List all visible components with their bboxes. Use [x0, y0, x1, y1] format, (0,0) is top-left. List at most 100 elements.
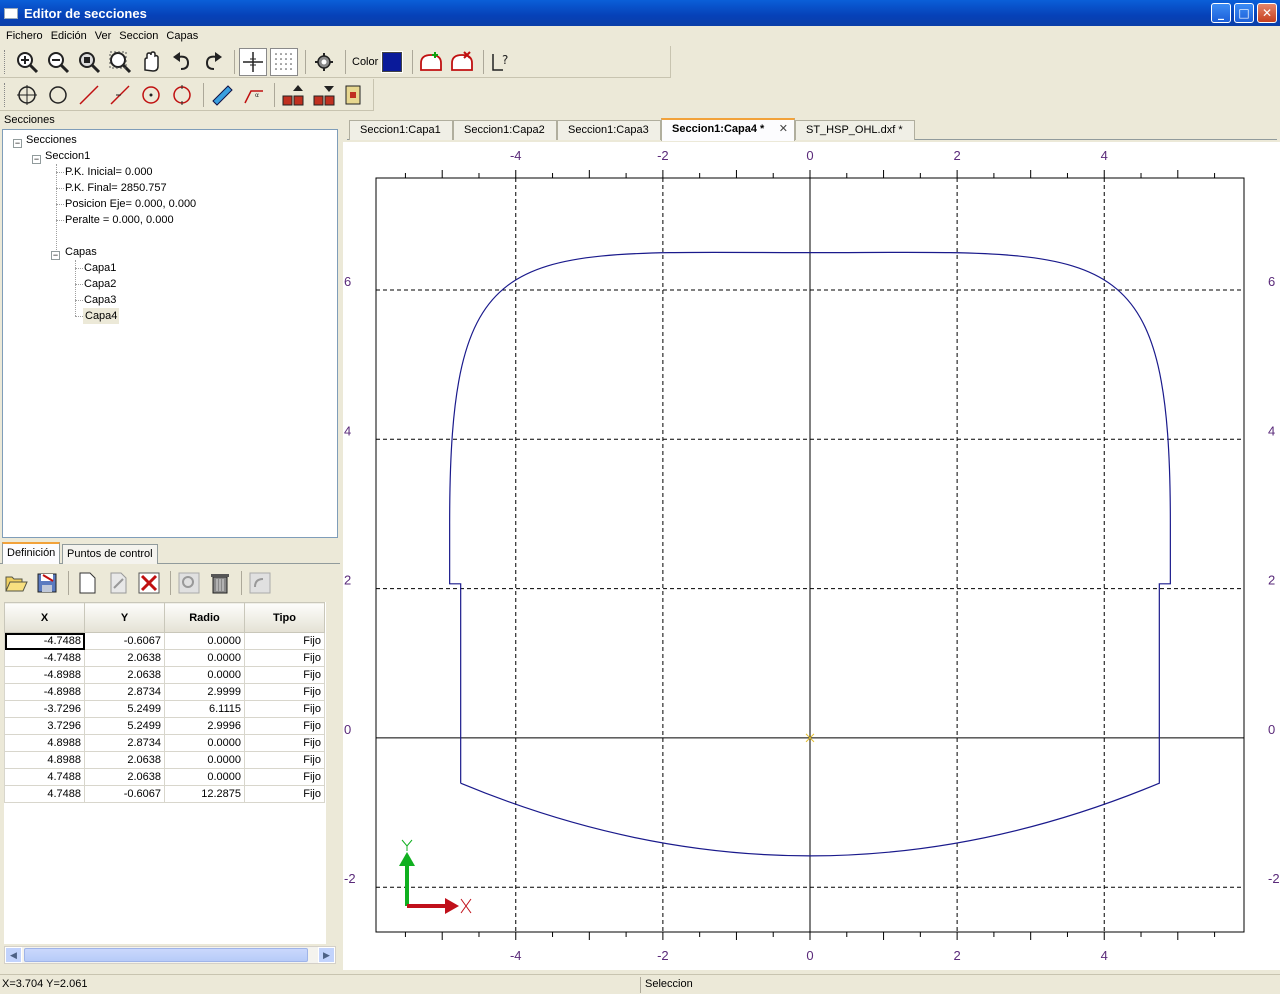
maximize-button[interactable]: □ [1234, 3, 1254, 23]
tree-collapse-toggle[interactable]: − [51, 251, 60, 260]
close-button[interactable]: ✕ [1257, 3, 1277, 23]
doc-tab-1[interactable]: Seccion1:Capa2 [453, 120, 557, 140]
save-icon[interactable] [33, 569, 61, 597]
table-cell[interactable]: 0.0000 [164, 751, 245, 769]
table-cell[interactable]: 0.0000 [164, 666, 245, 684]
table-cell[interactable]: -4.8988 [4, 666, 85, 684]
color-picker-button[interactable] [381, 50, 404, 73]
trash-bin-icon[interactable] [206, 569, 234, 597]
table-cell[interactable]: 2.8734 [84, 683, 165, 701]
tree-prop-posicion-eje[interactable]: Posicion Eje= 0.000, 0.000 [65, 196, 196, 212]
tree-prop-peralte[interactable]: Peralte = 0.000, 0.000 [65, 212, 174, 228]
add-section-icon[interactable] [417, 48, 445, 76]
grid-toggle-icon[interactable] [270, 47, 298, 76]
points-table[interactable]: X Y Radio Tipo -4.7488 -0.6067 0.0000 Fijo -4.7… [4, 602, 326, 944]
table-row[interactable]: 3.7296 5.2499 2.9996 Fijo [4, 717, 325, 735]
table-cell[interactable]: 6.1115 [164, 700, 245, 718]
doc-tab-4[interactable]: ST_HSP_OHL.dxf * [795, 120, 915, 140]
table-row[interactable]: 4.8988 2.0638 0.0000 Fijo [4, 751, 325, 769]
zoom-extents-icon[interactable] [75, 48, 103, 76]
tab-puntos-de-control[interactable]: Puntos de control [62, 544, 158, 564]
table-cell[interactable]: -0.6067 [84, 785, 165, 803]
undo-icon[interactable] [168, 48, 196, 76]
table-cell[interactable]: 0.0000 [164, 632, 245, 650]
table-cell[interactable]: 5.2499 [84, 717, 165, 735]
table-row[interactable]: 4.7488 -0.6067 12.2875 Fijo [4, 785, 325, 803]
table-row[interactable]: -4.8988 2.8734 2.9999 Fijo [4, 683, 325, 701]
zoom-out-icon[interactable] [44, 48, 72, 76]
column-header-y[interactable]: Y [84, 602, 165, 633]
menu-ver[interactable]: Ver [91, 30, 116, 42]
doc-tab-2[interactable]: Seccion1:Capa3 [557, 120, 661, 140]
table-cell[interactable]: 2.9996 [164, 717, 245, 735]
table-cell[interactable]: 0.0000 [164, 768, 245, 786]
arc-icon[interactable] [168, 81, 196, 109]
measure-ruler-icon[interactable] [208, 81, 236, 109]
redo-icon[interactable] [199, 48, 227, 76]
delete-icon[interactable] [135, 569, 163, 597]
layer-up-icon[interactable] [279, 81, 307, 109]
table-cell[interactable]: Fijo [244, 632, 325, 650]
layer-copy-icon[interactable] [341, 81, 369, 109]
doc-tab-0[interactable]: Seccion1:Capa1 [349, 120, 453, 140]
minimize-button[interactable]: _ [1211, 3, 1231, 23]
tree-node-capas[interactable]: Capas [65, 244, 97, 260]
table-cell[interactable]: 4.8988 [4, 734, 85, 752]
tree-prop-pk-final[interactable]: P.K. Final= 2850.757 [65, 180, 167, 196]
column-header-x[interactable]: X [4, 602, 85, 633]
tree-prop-pk-inicial[interactable]: P.K. Inicial= 0.000 [65, 164, 153, 180]
toolbar-grip[interactable] [4, 49, 7, 74]
scroll-left-arrow[interactable]: ◀ [5, 947, 22, 963]
table-cell[interactable]: 2.0638 [84, 649, 165, 667]
table-row[interactable]: -4.7488 2.0638 0.0000 Fijo [4, 649, 325, 667]
menu-capas[interactable]: Capas [162, 30, 202, 42]
table-cell[interactable]: 3.7296 [4, 717, 85, 735]
table-cell[interactable]: 2.0638 [84, 768, 165, 786]
polyline-icon[interactable] [106, 81, 134, 109]
properties-help-icon[interactable]: ? [488, 48, 516, 76]
column-header-radio[interactable]: Radio [164, 602, 245, 633]
table-cell[interactable]: -4.7488 [4, 632, 85, 650]
tree-item-capa3[interactable]: Capa3 [84, 292, 116, 308]
table-cell[interactable]: 2.0638 [84, 751, 165, 769]
table-row[interactable]: -4.7488 -0.6067 0.0000 Fijo [4, 632, 325, 650]
open-folder-icon[interactable] [2, 569, 30, 597]
crosshair-cursor-icon[interactable] [239, 47, 267, 76]
table-cell[interactable]: Fijo [244, 666, 325, 684]
tab-definicion[interactable]: Definición [2, 542, 61, 564]
doc-tab-3[interactable]: Seccion1:Capa4 * ✕ [661, 118, 795, 141]
table-cell[interactable]: -3.7296 [4, 700, 85, 718]
menu-edicion[interactable]: Edición [47, 30, 91, 42]
table-cell[interactable]: -4.7488 [4, 649, 85, 667]
table-cell[interactable]: Fijo [244, 751, 325, 769]
section-drawing[interactable]: -4 -4 -2 -2 0 0 2 2 4 4 -2 -2 0 0 2 2 4 4 6 6 [343, 142, 1280, 970]
table-cell[interactable]: 2.0638 [84, 666, 165, 684]
table-cell[interactable]: 0.0000 [164, 734, 245, 752]
tree-collapse-toggle[interactable]: − [32, 155, 41, 164]
tree-item-capa4[interactable]: Capa4 [83, 308, 120, 324]
drawing-canvas[interactable]: -4 -4 -2 -2 0 0 2 2 4 4 -2 -2 0 0 2 2 4 4 6 6 [343, 142, 1280, 970]
menu-fichero[interactable]: Fichero [2, 30, 47, 42]
table-cell[interactable]: 4.7488 [4, 768, 85, 786]
table-cell[interactable]: 4.7488 [4, 785, 85, 803]
title-bar[interactable]: Editor de secciones _ □ ✕ [0, 0, 1280, 26]
table-row[interactable]: 4.8988 2.8734 0.0000 Fijo [4, 734, 325, 752]
section-tree[interactable]: − Secciones − Seccion1 P.K. Inicial= 0.0… [2, 129, 338, 538]
scroll-thumb[interactable] [24, 948, 308, 962]
circle-icon[interactable] [44, 81, 72, 109]
new-document-icon[interactable] [73, 569, 101, 597]
table-row[interactable]: -4.8988 2.0638 0.0000 Fijo [4, 666, 325, 684]
zoom-in-icon[interactable] [13, 48, 41, 76]
table-cell[interactable]: Fijo [244, 768, 325, 786]
circle-center-icon[interactable] [137, 81, 165, 109]
tree-collapse-toggle[interactable]: − [13, 139, 22, 148]
tree-item-capa1[interactable]: Capa1 [84, 260, 116, 276]
menu-seccion[interactable]: Seccion [115, 30, 162, 42]
table-cell[interactable]: 4.8988 [4, 751, 85, 769]
dimension-angle-icon[interactable]: α [239, 81, 267, 109]
table-cell[interactable]: Fijo [244, 785, 325, 803]
table-cell[interactable]: Fijo [244, 700, 325, 718]
table-cell[interactable]: 5.2499 [84, 700, 165, 718]
pan-hand-icon[interactable] [137, 48, 165, 76]
table-cell[interactable]: -4.8988 [4, 683, 85, 701]
